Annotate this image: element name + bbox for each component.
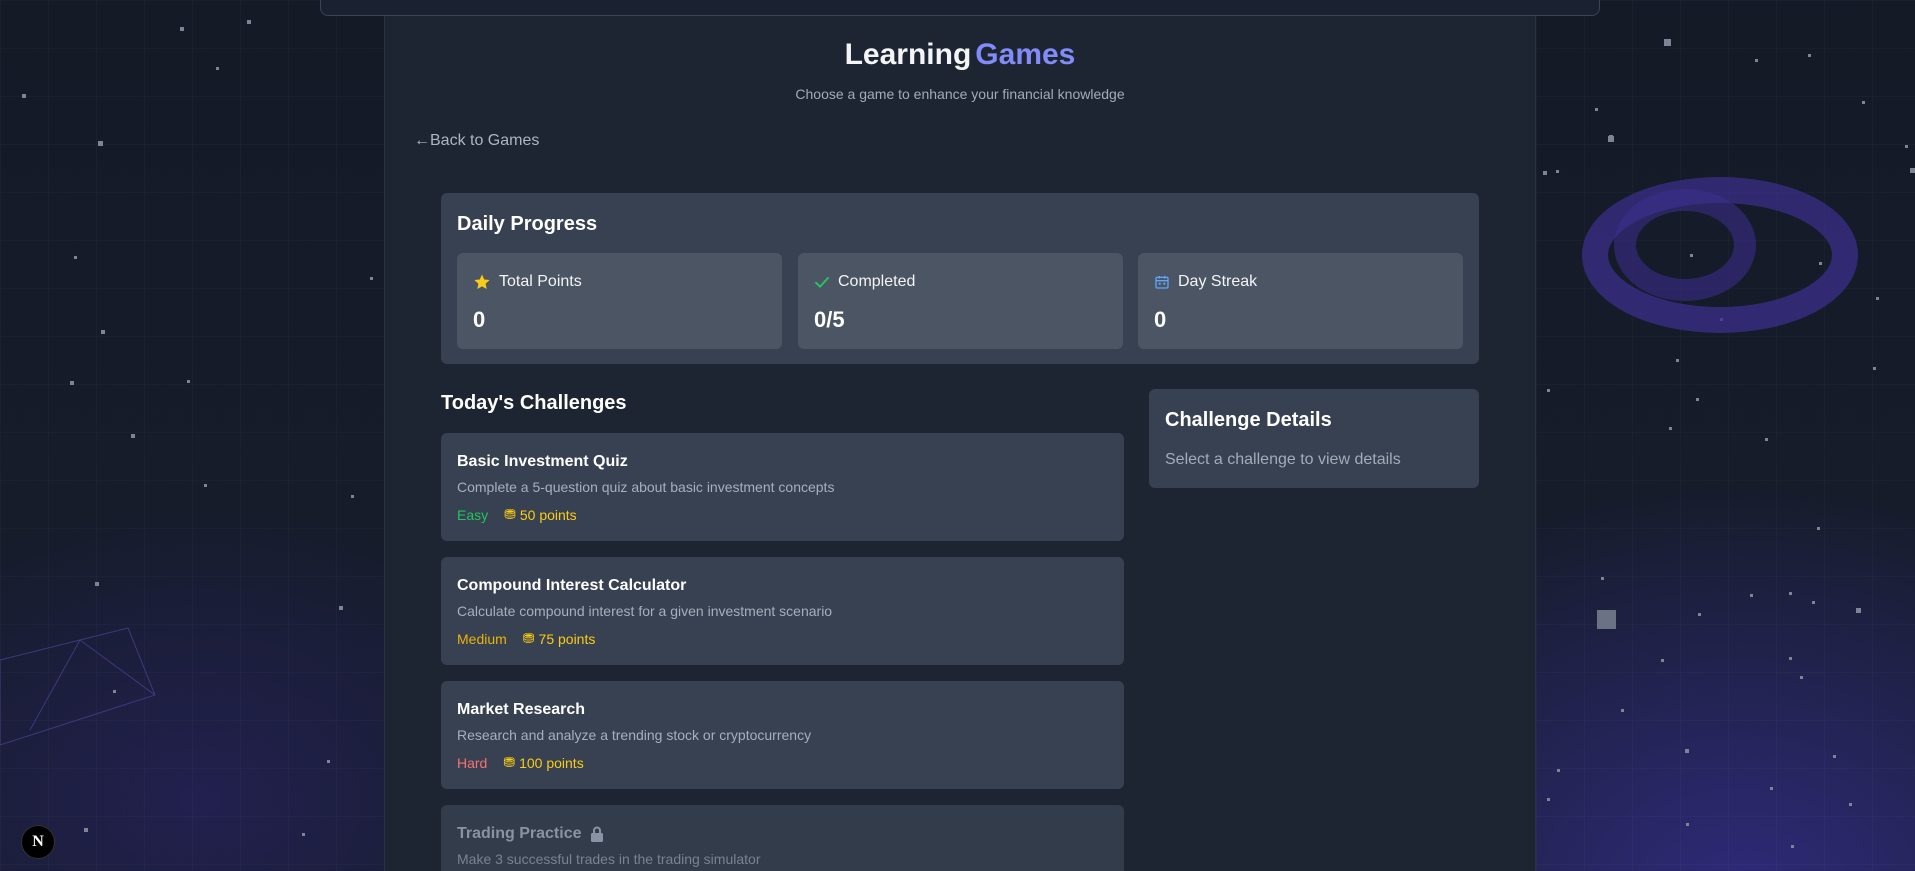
challenge-details-card: Challenge Details Select a challenge to … — [1149, 389, 1479, 488]
top-navigation-bar — [320, 0, 1600, 16]
page-title: Learning Games — [384, 38, 1536, 72]
challenges-title: Today's Challenges — [441, 392, 627, 414]
challenge-description: Make 3 successful trades in the trading … — [457, 851, 761, 867]
coins-icon: ⛃ — [503, 754, 516, 770]
lock-icon — [590, 826, 603, 842]
points-label: 50 points — [519, 506, 577, 523]
challenge-market-research[interactable]: Market Research Research and analyze a t… — [441, 681, 1124, 789]
coins-icon: ⛃ — [522, 630, 535, 646]
challenge-name: Basic Investment Quiz — [457, 453, 628, 470]
challenge-details-title: Challenge Details — [1165, 409, 1332, 431]
stat-label: Completed — [838, 273, 916, 290]
stat-total-points: Total Points 0 — [457, 253, 782, 349]
challenge-compound-interest-calculator[interactable]: Compound Interest Calculator Calculate c… — [441, 557, 1124, 665]
wireframe-decoration-icon — [0, 627, 156, 746]
difficulty-badge: Hard — [457, 754, 488, 771]
back-to-games-link[interactable]: ←Back to Games — [414, 132, 539, 150]
difficulty-badge: Medium — [457, 630, 507, 647]
challenge-name: Trading Practice — [457, 825, 582, 842]
ring-decoration-icon — [1582, 177, 1858, 333]
coins-icon: ⛃ — [504, 506, 516, 522]
difficulty-badge: Easy — [457, 506, 489, 523]
page-subtitle: Choose a game to enhance your financial … — [795, 86, 1125, 102]
stat-value: 0 — [1154, 307, 1167, 332]
challenge-description: Calculate compound interest for a given … — [457, 603, 833, 619]
stat-value: 0/5 — [814, 307, 845, 332]
challenge-details-placeholder: Select a challenge to view details — [1165, 451, 1401, 468]
challenge-name: Compound Interest Calculator — [457, 577, 687, 594]
stat-label: Total Points — [499, 273, 582, 290]
stat-label: Day Streak — [1178, 273, 1258, 290]
check-icon — [815, 277, 829, 288]
stat-day-streak: Day Streak 0 — [1138, 253, 1463, 349]
back-label: Back to Games — [430, 132, 540, 149]
challenge-description: Research and analyze a trending stock or… — [457, 727, 812, 743]
nextjs-badge-button[interactable]: N — [21, 825, 55, 859]
challenge-name: Market Research — [457, 701, 586, 718]
challenge-description: Complete a 5-question quiz about basic i… — [457, 479, 835, 495]
challenge-trading-practice[interactable]: Trading Practice Make 3 successful trade… — [441, 805, 1124, 871]
stat-value: 0 — [473, 307, 486, 332]
decorative-square — [1597, 610, 1616, 629]
daily-progress-title: Daily Progress — [457, 213, 598, 235]
daily-progress-card: Daily Progress Total Points 0 Completed … — [441, 193, 1479, 364]
page-title-part2: Games — [975, 38, 1076, 71]
page-title-part1: Learning — [844, 38, 972, 71]
calendar-icon — [1155, 276, 1169, 289]
arrow-left-icon: ← — [414, 132, 430, 149]
points-label: 100 points — [519, 754, 584, 771]
stat-completed: Completed 0/5 — [798, 253, 1123, 349]
star-icon — [474, 274, 490, 290]
challenge-basic-investment-quiz[interactable]: Basic Investment Quiz Complete a 5-quest… — [441, 433, 1124, 541]
points-label: 75 points — [538, 630, 596, 647]
